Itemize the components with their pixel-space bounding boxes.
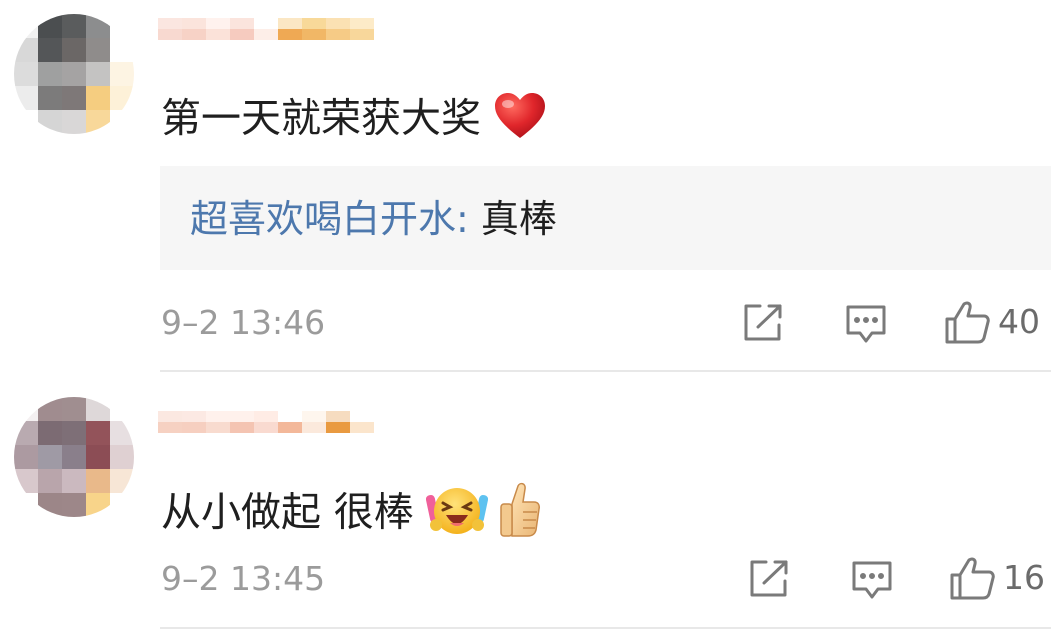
comment-button[interactable] <box>851 559 893 601</box>
divider <box>160 370 1051 372</box>
thumbs-up-outline-icon <box>950 557 995 600</box>
comment-item[interactable]: 第一天就荣获大奖 超喜欢喝白开水: 真棒 9–2 13:46 40 <box>0 0 1051 372</box>
like-count: 40 <box>998 302 1040 341</box>
reply-message: 真棒 <box>480 197 557 241</box>
comment-icon <box>846 305 886 343</box>
comment-text: 从小做起 很棒 <box>161 481 542 548</box>
reply-author[interactable]: 超喜欢喝白开水 <box>190 197 456 241</box>
reply-separator: : <box>456 197 469 241</box>
avatar[interactable] <box>14 14 134 134</box>
timestamp: 9–2 13:45 <box>161 559 326 598</box>
thumbs-up-icon <box>498 482 542 547</box>
username[interactable] <box>158 411 374 455</box>
comment-text: 第一天就荣获大奖 <box>161 92 547 149</box>
timestamp: 9–2 13:46 <box>161 303 326 342</box>
share-icon <box>750 560 788 597</box>
divider <box>160 627 1051 629</box>
username[interactable] <box>158 18 374 62</box>
share-icon <box>744 304 782 341</box>
like-button[interactable]: 40 <box>944 300 1040 344</box>
thumbs-up-outline-icon <box>945 301 990 344</box>
comment-item[interactable]: 从小做起 很棒 9–2 13:45 16 <box>0 375 1051 630</box>
share-button[interactable] <box>748 559 790 599</box>
avatar[interactable] <box>14 397 134 517</box>
comment-button[interactable] <box>845 303 887 345</box>
cheering-face-icon <box>425 481 488 548</box>
red-heart-icon <box>493 92 547 149</box>
share-button[interactable] <box>742 303 784 343</box>
like-button[interactable]: 16 <box>949 556 1045 600</box>
comment-icon <box>852 561 892 599</box>
like-count: 16 <box>1003 558 1045 597</box>
reply-preview[interactable]: 超喜欢喝白开水: 真棒 <box>160 166 1051 270</box>
